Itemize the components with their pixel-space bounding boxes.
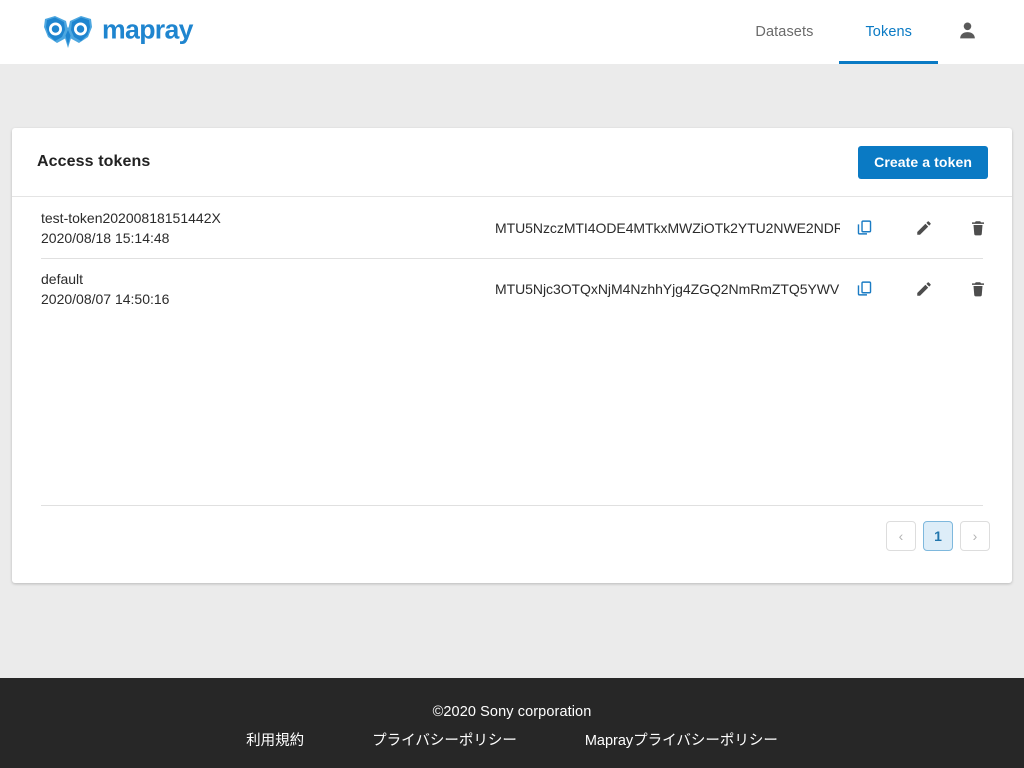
- nav-item-datasets[interactable]: Datasets: [729, 0, 839, 64]
- nav-item-tokens[interactable]: Tokens: [839, 0, 938, 64]
- table-row: test-token20200818151442X 2020/08/18 15:…: [12, 197, 1012, 258]
- page-footer: ©2020 Sony corporation 利用規約 プライバシーポリシー M…: [0, 678, 1024, 768]
- account-button[interactable]: [938, 0, 996, 64]
- brand-wordmark: mapray: [102, 15, 242, 49]
- token-meta: test-token20200818151442X 2020/08/18 15:…: [41, 208, 221, 248]
- pagination: ‹ 1 ›: [886, 521, 990, 551]
- token-meta: default 2020/08/07 14:50:16: [41, 269, 169, 309]
- token-value-group: MTU5Njc3OTQxNjM4NzhhYjg4ZGQ2NmRmZTQ5YWVl: [495, 271, 999, 307]
- pagination-divider: [41, 505, 983, 506]
- table-row: default 2020/08/07 14:50:16 MTU5Njc3OTQx…: [12, 258, 1012, 319]
- token-list: test-token20200818151442X 2020/08/18 15:…: [12, 197, 1012, 319]
- trash-icon[interactable]: [960, 210, 996, 246]
- create-token-button[interactable]: Create a token: [858, 145, 988, 179]
- nav-item-tokens-label: Tokens: [865, 24, 912, 40]
- nav-item-datasets-label: Datasets: [755, 24, 814, 40]
- owl-logo-icon: [44, 15, 92, 49]
- pencil-icon[interactable]: [906, 210, 942, 246]
- pagination-next-button[interactable]: ›: [960, 521, 990, 551]
- main-nav: Datasets Tokens: [729, 0, 1024, 64]
- token-created-date: 2020/08/18 15:14:48: [41, 229, 170, 246]
- page-title: Access tokens: [37, 153, 151, 170]
- pagination-page-1[interactable]: 1: [923, 521, 953, 551]
- copy-icon[interactable]: [846, 271, 882, 307]
- brand-logo[interactable]: mapray: [44, 0, 242, 64]
- token-value-group: MTU5NzczMTI4ODE4MTkxMWZiOTk2YTU2NWE2NDRl: [495, 210, 999, 246]
- access-tokens-card: Access tokens Create a token test-token2…: [12, 128, 1012, 583]
- footer-link-mapray-privacy-policy[interactable]: Maprayプライバシーポリシー: [585, 729, 778, 750]
- footer-link-privacy-policy[interactable]: プライバシーポリシー: [372, 729, 517, 750]
- token-created-date: 2020/08/07 14:50:16: [41, 290, 170, 307]
- svg-text:mapray: mapray: [102, 15, 194, 45]
- trash-icon[interactable]: [960, 271, 996, 307]
- app-header: mapray Datasets Tokens: [0, 0, 1024, 64]
- footer-link-terms[interactable]: 利用規約: [246, 729, 304, 750]
- token-name: test-token20200818151442X: [41, 209, 221, 226]
- token-value: MTU5NzczMTI4ODE4MTkxMWZiOTk2YTU2NWE2NDRl: [495, 219, 840, 236]
- pencil-icon[interactable]: [906, 271, 942, 307]
- token-value: MTU5Njc3OTQxNjM4NzhhYjg4ZGQ2NmRmZTQ5YWVl: [495, 280, 840, 297]
- copy-icon[interactable]: [846, 210, 882, 246]
- footer-links: 利用規約 プライバシーポリシー Maprayプライバシーポリシー: [0, 729, 1024, 750]
- card-header: Access tokens Create a token: [12, 128, 1012, 197]
- copyright-text: ©2020 Sony corporation: [432, 704, 592, 720]
- pagination-prev-button[interactable]: ‹: [886, 521, 916, 551]
- token-name: default: [41, 270, 84, 287]
- person-icon: [957, 20, 978, 44]
